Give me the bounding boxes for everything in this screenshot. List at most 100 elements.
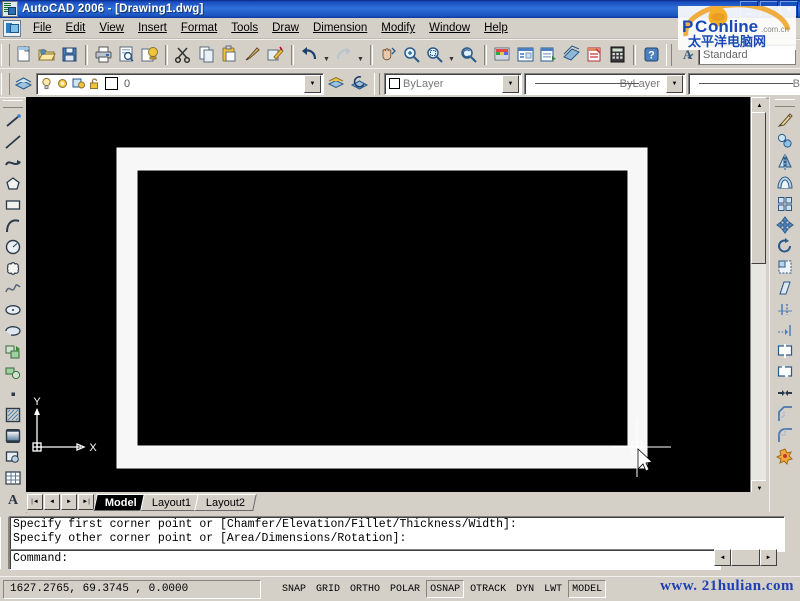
insert-block-tool[interactable]: [2, 341, 25, 362]
extend-tool[interactable]: [774, 319, 797, 340]
plot-preview-button[interactable]: [115, 43, 138, 66]
line-tool[interactable]: [2, 110, 25, 131]
toolbar-grip[interactable]: [1, 72, 10, 95]
coordinate-display[interactable]: 1627.2765, 69.3745 , 0.0000: [3, 579, 261, 599]
menu-dimension[interactable]: Dimension: [306, 20, 374, 36]
mirror-tool[interactable]: [774, 151, 797, 172]
tab-layout1[interactable]: Layout1: [139, 493, 203, 511]
status-toggle-grid[interactable]: GRID: [312, 580, 345, 598]
block-editor-button[interactable]: [264, 43, 287, 66]
cut-button[interactable]: [172, 43, 195, 66]
command-window-grip[interactable]: [0, 517, 9, 569]
command-scroll-thumb[interactable]: [731, 549, 760, 566]
open-button[interactable]: [35, 43, 58, 66]
offset-tool[interactable]: [774, 172, 797, 193]
text-style-combo[interactable]: Standard: [698, 44, 796, 65]
command-scroll-left-button[interactable]: ◄: [714, 549, 731, 566]
array-tool[interactable]: [774, 193, 797, 214]
hatch-tool[interactable]: [2, 404, 25, 425]
pan-realtime-button[interactable]: [377, 43, 400, 66]
toolbar-grip[interactable]: [1, 43, 10, 66]
break-at-point-tool[interactable]: [774, 340, 797, 361]
command-scroll-right-button[interactable]: ►: [760, 549, 777, 566]
chamfer-tool[interactable]: [774, 403, 797, 424]
make-block-tool[interactable]: [2, 362, 25, 383]
revision-cloud-tool[interactable]: [2, 257, 25, 278]
help-button[interactable]: ?: [640, 43, 663, 66]
layer-dropdown-arrow[interactable]: ▼: [304, 74, 321, 93]
move-tool[interactable]: [774, 214, 797, 235]
region-tool[interactable]: [2, 446, 25, 467]
join-tool[interactable]: [774, 382, 797, 403]
sheet-set-button[interactable]: [560, 43, 583, 66]
make-object-layer-current-button[interactable]: [325, 72, 348, 95]
tab-first-button[interactable]: |◄: [27, 494, 43, 510]
menu-file[interactable]: File: [26, 20, 59, 36]
vscroll-thumb[interactable]: [751, 112, 766, 264]
publish-button[interactable]: [138, 43, 161, 66]
plot-button[interactable]: [92, 43, 115, 66]
menu-modify[interactable]: Modify: [374, 20, 422, 36]
menu-format[interactable]: Format: [174, 20, 224, 36]
status-toggle-dyn[interactable]: DYN: [512, 580, 539, 598]
status-toggle-otrack[interactable]: OTRACK: [466, 580, 511, 598]
spline-tool[interactable]: [2, 278, 25, 299]
circle-tool[interactable]: [2, 236, 25, 257]
tab-prev-button[interactable]: ◄: [44, 494, 60, 510]
canvas-vertical-scrollbar[interactable]: ▲ ▼: [750, 97, 766, 497]
undo-button[interactable]: [298, 43, 321, 66]
command-prompt-input[interactable]: Command:: [9, 549, 721, 570]
break-tool[interactable]: [774, 361, 797, 382]
layer-properties-manager-button[interactable]: [12, 72, 35, 95]
maximize-button[interactable]: □: [760, 1, 778, 17]
rectangle-tool[interactable]: [2, 194, 25, 215]
properties-button[interactable]: [491, 43, 514, 66]
zoom-window-button[interactable]: [423, 43, 446, 66]
redo-dropdown-arrow[interactable]: ▼: [355, 40, 366, 70]
paste-button[interactable]: [218, 43, 241, 66]
linetype-control-combo[interactable]: ByLayer ▼: [524, 72, 686, 95]
copy-button[interactable]: [195, 43, 218, 66]
document-control-icon[interactable]: [3, 19, 21, 37]
menu-insert[interactable]: Insert: [131, 20, 174, 36]
lineweight-control-combo[interactable]: ByLayer: [688, 72, 800, 95]
polygon-tool[interactable]: [2, 173, 25, 194]
tab-last-button[interactable]: ►|: [78, 494, 94, 510]
color-dropdown-arrow[interactable]: ▼: [502, 74, 519, 93]
arc-tool[interactable]: [2, 215, 25, 236]
multiline-text-tool[interactable]: A: [2, 488, 25, 509]
markup-set-button[interactable]: [583, 43, 606, 66]
menu-view[interactable]: View: [92, 20, 131, 36]
toolbar-grip[interactable]: [666, 43, 672, 66]
menu-help[interactable]: Help: [477, 20, 515, 36]
toolbar-grip[interactable]: [775, 99, 795, 107]
close-button[interactable]: ×: [780, 1, 798, 17]
text-style-icon[interactable]: A: [675, 43, 698, 66]
tab-layout2[interactable]: Layout2: [194, 493, 257, 511]
drawing-canvas[interactable]: Y X ▲ ▼ ◄ ►: [26, 97, 766, 512]
explode-tool[interactable]: [774, 445, 797, 466]
linetype-dropdown-arrow[interactable]: ▼: [666, 74, 683, 93]
calculator-button[interactable]: [606, 43, 629, 66]
toolbar-grip[interactable]: [374, 72, 380, 95]
menu-window[interactable]: Window: [422, 20, 477, 36]
layer-previous-button[interactable]: [348, 72, 371, 95]
status-toggle-ortho[interactable]: ORTHO: [346, 580, 385, 598]
status-toggle-model[interactable]: MODEL: [568, 580, 607, 598]
status-toggle-osnap[interactable]: OSNAP: [426, 580, 465, 598]
fillet-tool[interactable]: [774, 424, 797, 445]
construction-line-tool[interactable]: [2, 131, 25, 152]
qnew-button[interactable]: [12, 43, 35, 66]
table-tool[interactable]: [2, 467, 25, 488]
tab-next-button[interactable]: ►: [61, 494, 77, 510]
trim-tool[interactable]: [774, 298, 797, 319]
scale-tool[interactable]: [774, 256, 797, 277]
polyline-tool[interactable]: [2, 152, 25, 173]
command-scrollbar[interactable]: ◄ ►: [714, 549, 777, 566]
gradient-tool[interactable]: [2, 425, 25, 446]
color-control-combo[interactable]: ByLayer ▼: [384, 72, 522, 95]
copy-objects-tool[interactable]: [774, 130, 797, 151]
menu-tools[interactable]: Tools: [224, 20, 265, 36]
designcenter-button[interactable]: [514, 43, 537, 66]
status-toggle-snap[interactable]: SNAP: [278, 580, 311, 598]
